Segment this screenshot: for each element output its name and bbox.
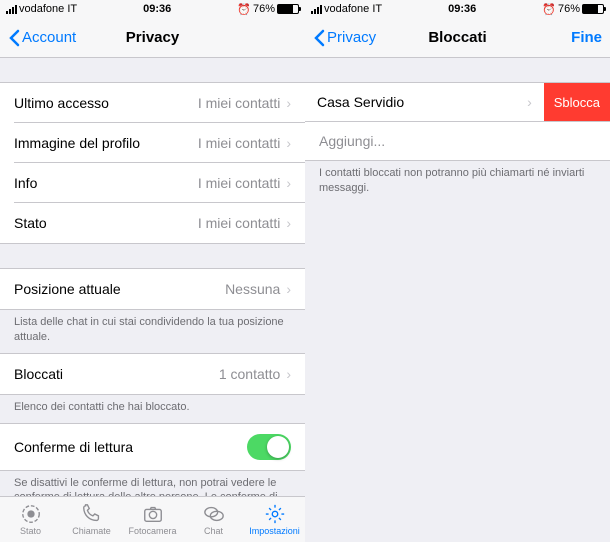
chevron-right-icon: › [286, 135, 291, 151]
tab-label: Fotocamera [128, 526, 176, 536]
signal-icon [311, 5, 322, 14]
privacy-content[interactable]: Ultimo accesso I miei contatti › Immagine… [0, 58, 305, 496]
carrier-label: vodafone IT [324, 3, 382, 15]
camera-icon [142, 503, 164, 525]
read-receipts-toggle[interactable] [247, 434, 291, 460]
nav-bar: Privacy Bloccati Fine [305, 18, 610, 58]
chevron-right-icon: › [286, 95, 291, 111]
chevron-right-icon: › [286, 366, 291, 382]
row-label: Conferme di lettura [14, 439, 133, 455]
tab-label: Impostazioni [249, 526, 300, 536]
nav-bar: Account Privacy [0, 18, 305, 58]
status-icon [20, 503, 42, 525]
battery-label: 76% [558, 3, 580, 15]
chevron-right-icon: › [527, 94, 532, 110]
battery-icon [277, 4, 299, 14]
row-label: Info [14, 175, 37, 191]
tab-status[interactable]: Stato [0, 497, 61, 542]
signal-icon [6, 5, 17, 14]
blocked-info-caption: I contatti bloccati non potranno più chi… [305, 161, 610, 204]
tab-calls[interactable]: Chiamate [61, 497, 122, 542]
row-label: Bloccati [14, 366, 63, 382]
chevron-right-icon: › [286, 215, 291, 231]
row-value: Nessuna [225, 281, 280, 297]
blocked-caption: Elenco dei contatti che hai bloccato. [0, 395, 305, 423]
back-button[interactable]: Privacy [313, 29, 376, 47]
blocked-contact-cell[interactable]: Casa Servidio › [305, 83, 544, 121]
privacy-screen: vodafone IT 09:36 ⏰ 76% Account Privacy … [0, 0, 305, 542]
status-time: 09:36 [143, 3, 171, 15]
add-new-row[interactable]: Aggiungi... [305, 122, 610, 161]
alarm-icon: ⏰ [237, 3, 251, 16]
tab-bar: Stato Chiamate Fotocamera Chat Impostazi… [0, 496, 305, 542]
status-row[interactable]: Stato I miei contatti › [0, 203, 305, 243]
phone-icon [81, 503, 103, 525]
live-location-caption: Lista delle chat in cui stai condividend… [0, 310, 305, 353]
nav-title: Privacy [126, 29, 179, 46]
last-seen-row[interactable]: Ultimo accesso I miei contatti › [14, 83, 305, 123]
back-button[interactable]: Account [8, 29, 76, 47]
status-bar: vodafone IT 09:36 ⏰ 76% [305, 0, 610, 18]
read-receipts-caption: Se disattivi le conferme di lettura, non… [0, 471, 305, 496]
row-label: Posizione attuale [14, 281, 121, 297]
battery-label: 76% [253, 3, 275, 15]
tab-label: Chat [204, 526, 223, 536]
blocked-contact-row: Casa Servidio › Sblocca [305, 82, 610, 122]
status-bar: vodafone IT 09:36 ⏰ 76% [0, 0, 305, 18]
gear-icon [264, 503, 286, 525]
nav-title: Bloccati [428, 29, 486, 46]
row-label: Ultimo accesso [14, 95, 109, 111]
row-value: I miei contatti [198, 215, 280, 231]
row-value: 1 contatto [219, 366, 281, 382]
chevron-right-icon: › [286, 175, 291, 191]
live-location-row[interactable]: Posizione attuale Nessuna › [0, 269, 305, 309]
row-label: Stato [14, 215, 47, 231]
tab-label: Stato [20, 526, 41, 536]
status-time: 09:36 [448, 3, 476, 15]
row-label: Immagine del profilo [14, 135, 140, 151]
contact-name: Casa Servidio [317, 94, 404, 110]
chevron-left-icon [8, 29, 20, 47]
profile-photo-row[interactable]: Immagine del profilo I miei contatti › [14, 123, 305, 163]
chat-icon [203, 503, 225, 525]
blocked-row[interactable]: Bloccati 1 contatto › [0, 354, 305, 394]
blocked-screen: vodafone IT 09:36 ⏰ 76% Privacy Bloccati… [305, 0, 610, 542]
tab-camera[interactable]: Fotocamera [122, 497, 183, 542]
alarm-icon: ⏰ [542, 3, 556, 16]
unblock-button[interactable]: Sblocca [544, 83, 610, 121]
row-value: I miei contatti [198, 95, 280, 111]
tab-label: Chiamate [72, 526, 111, 536]
carrier-label: vodafone IT [19, 3, 77, 15]
back-label: Privacy [327, 29, 376, 46]
row-value: I miei contatti [198, 135, 280, 151]
info-row[interactable]: Info I miei contatti › [14, 163, 305, 203]
back-label: Account [22, 29, 76, 46]
tab-chat[interactable]: Chat [183, 497, 244, 542]
battery-icon [582, 4, 604, 14]
chevron-right-icon: › [286, 281, 291, 297]
done-button[interactable]: Fine [571, 29, 602, 46]
read-receipts-row: Conferme di lettura [0, 424, 305, 470]
row-value: I miei contatti [198, 175, 280, 191]
chevron-left-icon [313, 29, 325, 47]
blocked-content[interactable]: Casa Servidio › Sblocca Aggiungi... I co… [305, 58, 610, 542]
tab-settings[interactable]: Impostazioni [244, 497, 305, 542]
